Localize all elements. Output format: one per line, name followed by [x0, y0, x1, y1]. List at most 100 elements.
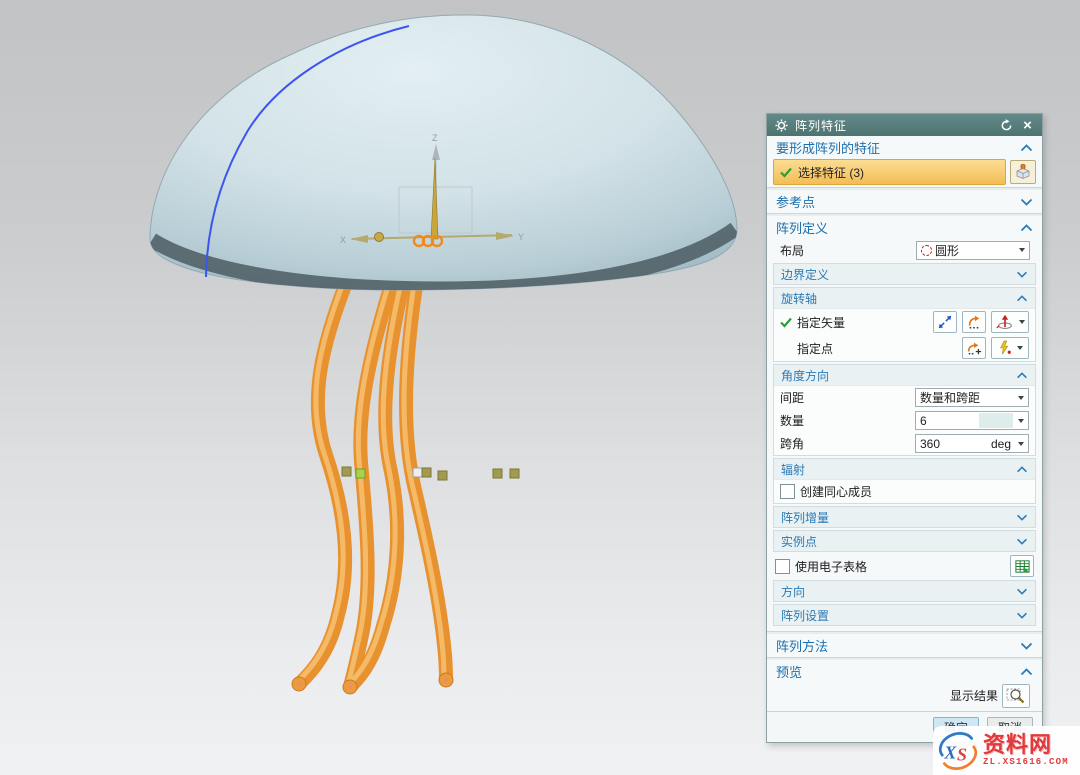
count-value: 6 [920, 414, 976, 428]
group-header-pattern-increment[interactable]: 阵列增量 [773, 506, 1036, 528]
y-axis-label: Y [518, 232, 524, 242]
jellyfish-tentacles[interactable] [292, 281, 453, 694]
feature-select-button[interactable] [1010, 160, 1036, 184]
specify-vector-label: 指定矢量 [797, 314, 845, 331]
group-title: 方向 [781, 583, 1016, 600]
logo-letter-s: S [957, 744, 967, 764]
chevron-down-icon [1016, 538, 1028, 545]
group-header-rotation-axis[interactable]: 旋转轴 [774, 288, 1035, 309]
dropdown-caret-icon [1018, 396, 1024, 400]
group-title: 参考点 [776, 192, 1020, 211]
chevron-down-icon [1020, 642, 1033, 650]
group-title: 辐射 [781, 461, 1016, 478]
group-header-pattern-settings[interactable]: 阵列设置 [773, 604, 1036, 626]
point-dialog-icon [966, 340, 982, 356]
chevron-down-icon [1016, 271, 1028, 278]
use-spreadsheet-checkbox[interactable] [775, 559, 790, 574]
expression-zone [979, 413, 1013, 428]
group-title: 阵列设置 [781, 607, 1016, 624]
create-concentric-label: 创建同心成员 [800, 483, 872, 500]
feature-solid-icon [1014, 163, 1032, 181]
dropdown-caret-icon [1018, 442, 1024, 446]
chevron-up-icon [1016, 466, 1028, 473]
inferred-point-button[interactable] [991, 337, 1029, 359]
logo-letter-x: X [943, 742, 957, 762]
reset-icon[interactable] [999, 118, 1014, 133]
rotation-axis-group: 旋转轴 指定矢量 [773, 287, 1036, 362]
dialog-title: 阵列特征 [795, 117, 847, 134]
group-header-pattern-definition[interactable]: 阵列定义 [767, 217, 1042, 238]
group-title: 阵列方法 [776, 636, 1020, 655]
dropdown-caret-icon [1018, 419, 1024, 423]
layout-value: 圆形 [935, 242, 1014, 259]
group-title: 预览 [776, 662, 1020, 681]
group-header-instance-points[interactable]: 实例点 [773, 530, 1036, 552]
group-header-preview[interactable]: 预览 [767, 661, 1042, 682]
group-header-angle-direction[interactable]: 角度方向 [774, 365, 1035, 386]
tentacle-end-caps [292, 673, 453, 694]
pattern-feature-dialog: 阵列特征 × 要形成阵列的特征 选择特征 (3) [766, 113, 1043, 743]
use-spreadsheet-label: 使用电子表格 [795, 558, 867, 575]
layout-dropdown[interactable]: 圆形 [916, 241, 1030, 260]
show-result-button[interactable] [1002, 684, 1030, 708]
dropdown-caret-icon [1017, 346, 1023, 350]
magnifier-icon [1006, 687, 1026, 705]
reverse-vector-button[interactable] [933, 311, 957, 333]
group-header-features-to-pattern[interactable]: 要形成阵列的特征 [767, 137, 1042, 158]
dialog-titlebar[interactable]: 阵列特征 × [767, 114, 1042, 136]
group-header-orientation[interactable]: 方向 [773, 580, 1036, 602]
count-input[interactable]: 6 [915, 411, 1029, 430]
axis-drag-ball-handle[interactable] [375, 233, 384, 242]
circular-layout-icon [921, 245, 932, 256]
group-header-reference-point[interactable]: 参考点 [767, 191, 1042, 212]
watermark-site-name: 资料网 [983, 734, 1069, 756]
group-title: 边界定义 [781, 266, 1016, 283]
chevron-down-icon [1016, 514, 1028, 521]
close-icon[interactable]: × [1020, 118, 1035, 133]
group-title: 阵列增量 [781, 509, 1016, 526]
axis-vector-button[interactable] [991, 311, 1029, 333]
chevron-up-icon [1016, 295, 1028, 302]
create-concentric-checkbox[interactable] [780, 484, 795, 499]
vector-dialog-icon [966, 314, 982, 330]
select-feature-label: 选择特征 (3) [798, 164, 864, 181]
chevron-up-icon [1016, 372, 1028, 379]
reverse-direction-icon [937, 314, 953, 330]
point-dialog-button[interactable] [962, 337, 986, 359]
watermark: X S 资料网 ZL.XS1616.COM [933, 726, 1080, 775]
group-title: 实例点 [781, 533, 1016, 550]
watermark-site-url: ZL.XS1616.COM [983, 758, 1069, 767]
z-axis-label: Z [432, 133, 438, 143]
jellyfish-dome[interactable] [150, 15, 737, 290]
radiate-group: 辐射 创建同心成员 [773, 458, 1036, 504]
angle-direction-group: 角度方向 间距 数量和跨距 数量 6 [773, 364, 1036, 456]
chevron-down-icon [1016, 612, 1028, 619]
group-header-pattern-method[interactable]: 阵列方法 [767, 635, 1042, 656]
check-icon [780, 317, 792, 328]
spacing-label: 间距 [780, 389, 804, 406]
span-angle-value: 360 [920, 437, 988, 451]
select-feature-field[interactable]: 选择特征 (3) [773, 159, 1006, 185]
dropdown-caret-icon [1019, 248, 1025, 252]
vector-dialog-button[interactable] [962, 311, 986, 333]
zc-axis-vector-icon [995, 314, 1015, 331]
chevron-down-icon [1020, 198, 1033, 206]
group-title: 要形成阵列的特征 [776, 138, 1020, 157]
group-title: 角度方向 [781, 367, 1016, 384]
chevron-up-icon [1020, 224, 1033, 232]
spreadsheet-icon [1014, 558, 1031, 575]
layout-label: 布局 [780, 242, 804, 259]
group-header-boundary-definition[interactable]: 边界定义 [773, 263, 1036, 285]
span-angle-input[interactable]: 360 deg [915, 434, 1029, 453]
angle-unit[interactable]: deg [991, 437, 1011, 451]
span-angle-label: 跨角 [780, 435, 804, 452]
specify-point-label: 指定点 [797, 340, 833, 357]
xs-logo-icon: X S [937, 730, 979, 772]
spreadsheet-button[interactable] [1010, 555, 1034, 577]
group-title: 阵列定义 [776, 218, 1020, 237]
count-label: 数量 [780, 412, 804, 429]
gear-icon [774, 118, 789, 133]
spacing-dropdown[interactable]: 数量和跨距 [915, 388, 1029, 407]
chevron-down-icon [1016, 588, 1028, 595]
group-header-radiate[interactable]: 辐射 [774, 459, 1035, 480]
